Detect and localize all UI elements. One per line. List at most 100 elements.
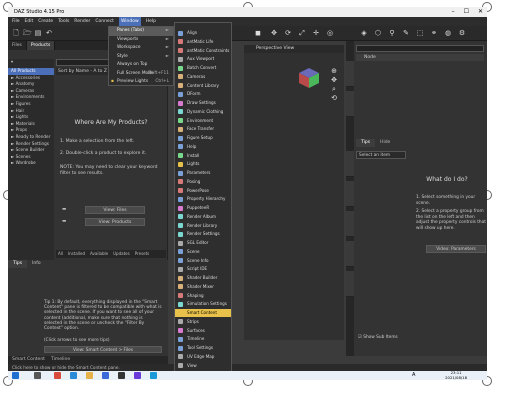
tab-installed[interactable]: Installed xyxy=(68,250,85,258)
panes-menu-item[interactable]: Help xyxy=(175,143,231,151)
close-button[interactable]: ✕ xyxy=(478,7,483,17)
menu-create[interactable]: Create xyxy=(38,17,53,26)
app-icon[interactable] xyxy=(134,372,141,379)
tab-smart-content[interactable]: Smart Content xyxy=(12,356,45,364)
menu-item-full-screen[interactable]: Full Screen Mode Shift+F11 xyxy=(109,70,173,79)
side-tab[interactable] xyxy=(346,61,354,87)
panes-menu-item[interactable]: Simulation Settings xyxy=(175,300,231,308)
panes-menu-item[interactable]: Property Hierarchy xyxy=(175,195,231,203)
rotate-icon[interactable]: ⟳ xyxy=(284,29,292,37)
tab-info[interactable]: Info xyxy=(27,260,46,268)
maximize-button[interactable]: ☐ xyxy=(464,7,469,17)
tab-tips[interactable]: Tips xyxy=(8,260,28,268)
panes-menu-item[interactable]: SGL Editor xyxy=(175,239,231,247)
tab-presets[interactable]: Presets xyxy=(135,250,150,258)
video-parameters-button[interactable]: Video: Parameters xyxy=(426,245,486,253)
category-item[interactable]: ► Scene Builder xyxy=(8,147,54,154)
smart-content-files-button[interactable]: View: Smart Content > Files xyxy=(44,346,162,353)
chrome-icon[interactable] xyxy=(54,372,61,379)
panes-menu-item[interactable]: Surfaces xyxy=(175,327,231,335)
panes-menu-item[interactable]: Draw Settings xyxy=(175,99,231,107)
panes-menu-item[interactable]: PuppeteeR xyxy=(175,204,231,212)
panes-menu-item[interactable]: PowerPose xyxy=(175,187,231,195)
video-products-button[interactable]: View: Products xyxy=(85,218,145,226)
category-item[interactable]: ► Accessories xyxy=(8,75,54,82)
panes-menu-item[interactable]: Smart Content xyxy=(175,309,231,317)
region-icon[interactable]: ⬚ xyxy=(416,29,424,37)
new-icon[interactable]: 🗋 xyxy=(12,29,20,37)
camera-selector[interactable]: Perspective View xyxy=(244,45,344,53)
panes-menu-item[interactable]: Aux Viewport xyxy=(175,55,231,63)
panes-menu-item[interactable]: Timeline xyxy=(175,335,231,343)
menu-help[interactable]: Help xyxy=(146,17,156,26)
panes-menu-item[interactable]: Environment xyxy=(175,117,231,125)
category-item[interactable]: ► Scenes xyxy=(8,154,54,161)
view-cube[interactable] xyxy=(298,67,320,89)
store-icon[interactable] xyxy=(150,372,157,379)
side-tab[interactable] xyxy=(346,91,354,117)
panes-menu-item[interactable]: Cameras xyxy=(175,73,231,81)
folder-icon[interactable] xyxy=(86,372,93,379)
minimize-button[interactable]: – xyxy=(452,7,455,17)
move-icon[interactable]: ✥ xyxy=(270,29,278,37)
reset-icon[interactable]: ⟲ xyxy=(329,94,339,103)
side-tab[interactable] xyxy=(346,181,354,207)
category-item[interactable]: ► Ready to Render xyxy=(8,134,54,141)
tab-products[interactable]: Products xyxy=(26,41,56,50)
undo-icon[interactable]: ↶ xyxy=(45,29,53,37)
panes-menu-item[interactable]: Lights xyxy=(175,160,231,168)
category-item[interactable]: ► Materials xyxy=(8,121,54,128)
panes-menu-item[interactable]: antMatic Constraints xyxy=(175,47,231,55)
tab-right-tips[interactable]: Tips xyxy=(356,139,376,147)
menu-item-workspace[interactable]: Workspace ► xyxy=(109,44,173,53)
category-item[interactable]: ► Environments xyxy=(8,94,54,101)
search-icon[interactable] xyxy=(34,372,41,379)
menu-edit[interactable]: Edit xyxy=(25,17,34,26)
panes-menu-item[interactable]: Shader Mixer xyxy=(175,283,231,291)
category-item[interactable]: ► Render Settings xyxy=(8,141,54,148)
menu-item-preview-lights[interactable]: ▪ Preview Lights Ctrl+L xyxy=(109,78,173,87)
panes-menu-item[interactable]: Strips xyxy=(175,318,231,326)
dforce-icon[interactable]: ◍ xyxy=(444,29,452,37)
tab-timeline[interactable]: Timeline xyxy=(51,356,70,364)
category-item[interactable]: ► Hair xyxy=(8,108,54,115)
tab-available[interactable]: Available xyxy=(90,250,108,258)
ime-indicator[interactable]: A xyxy=(412,372,415,378)
panes-menu-item[interactable]: Render Library xyxy=(175,222,231,230)
panes-menu-item[interactable]: Figure Setup xyxy=(175,134,231,142)
start-icon[interactable] xyxy=(12,372,19,379)
menu-window[interactable]: Window xyxy=(118,17,141,26)
category-item[interactable]: ► Figures xyxy=(8,101,54,108)
geometry-icon[interactable]: ⬡ xyxy=(374,29,382,37)
parameter-filter[interactable]: Select an item xyxy=(356,151,406,159)
panes-menu-item[interactable]: Parameters xyxy=(175,169,231,177)
tab-updates[interactable]: Updates xyxy=(113,250,130,258)
menu-item-style[interactable]: Style ► xyxy=(109,53,173,62)
panes-menu-item[interactable]: Content Library xyxy=(175,82,231,90)
link-icon[interactable]: ⚭ xyxy=(430,29,438,37)
panes-menu-item[interactable]: UV Edge Map xyxy=(175,353,231,361)
menu-file[interactable]: File xyxy=(12,17,20,26)
panes-menu-item[interactable]: Align xyxy=(175,29,231,37)
category-item[interactable]: ► Cameras xyxy=(8,88,54,95)
show-sub-items-checkbox[interactable]: ☑ Show Sub Items xyxy=(358,335,398,340)
panes-menu-item[interactable]: Tool Settings xyxy=(175,344,231,352)
panes-menu-item[interactable]: Batch Convert xyxy=(175,64,231,72)
node-icon[interactable]: ◎ xyxy=(326,29,334,37)
category-item[interactable]: All Products xyxy=(8,68,54,75)
panes-menu-item[interactable]: Shaping xyxy=(175,292,231,300)
tab-files[interactable]: Files xyxy=(8,41,27,50)
category-item[interactable]: ► Wardrobe xyxy=(8,160,54,167)
category-filter[interactable]: ▾ xyxy=(8,59,54,68)
menu-tools[interactable]: Tools xyxy=(58,17,69,26)
scene-filter-input[interactable] xyxy=(356,45,484,52)
tab-right-hide[interactable]: Hide xyxy=(375,139,395,147)
panes-menu-item[interactable]: Posing xyxy=(175,178,231,186)
open-icon[interactable]: 🗁 xyxy=(23,29,32,37)
viewport[interactable]: Perspective View ⊕ ✥ ⌕ ⟲ xyxy=(244,45,344,340)
panes-menu-item[interactable]: antMatic Life xyxy=(175,38,231,46)
category-item[interactable]: ► Props xyxy=(8,127,54,134)
pan-icon[interactable]: ✥ xyxy=(329,76,339,85)
weight-icon[interactable]: ✎ xyxy=(402,29,410,37)
panes-menu-item[interactable]: Face Transfer xyxy=(175,125,231,133)
